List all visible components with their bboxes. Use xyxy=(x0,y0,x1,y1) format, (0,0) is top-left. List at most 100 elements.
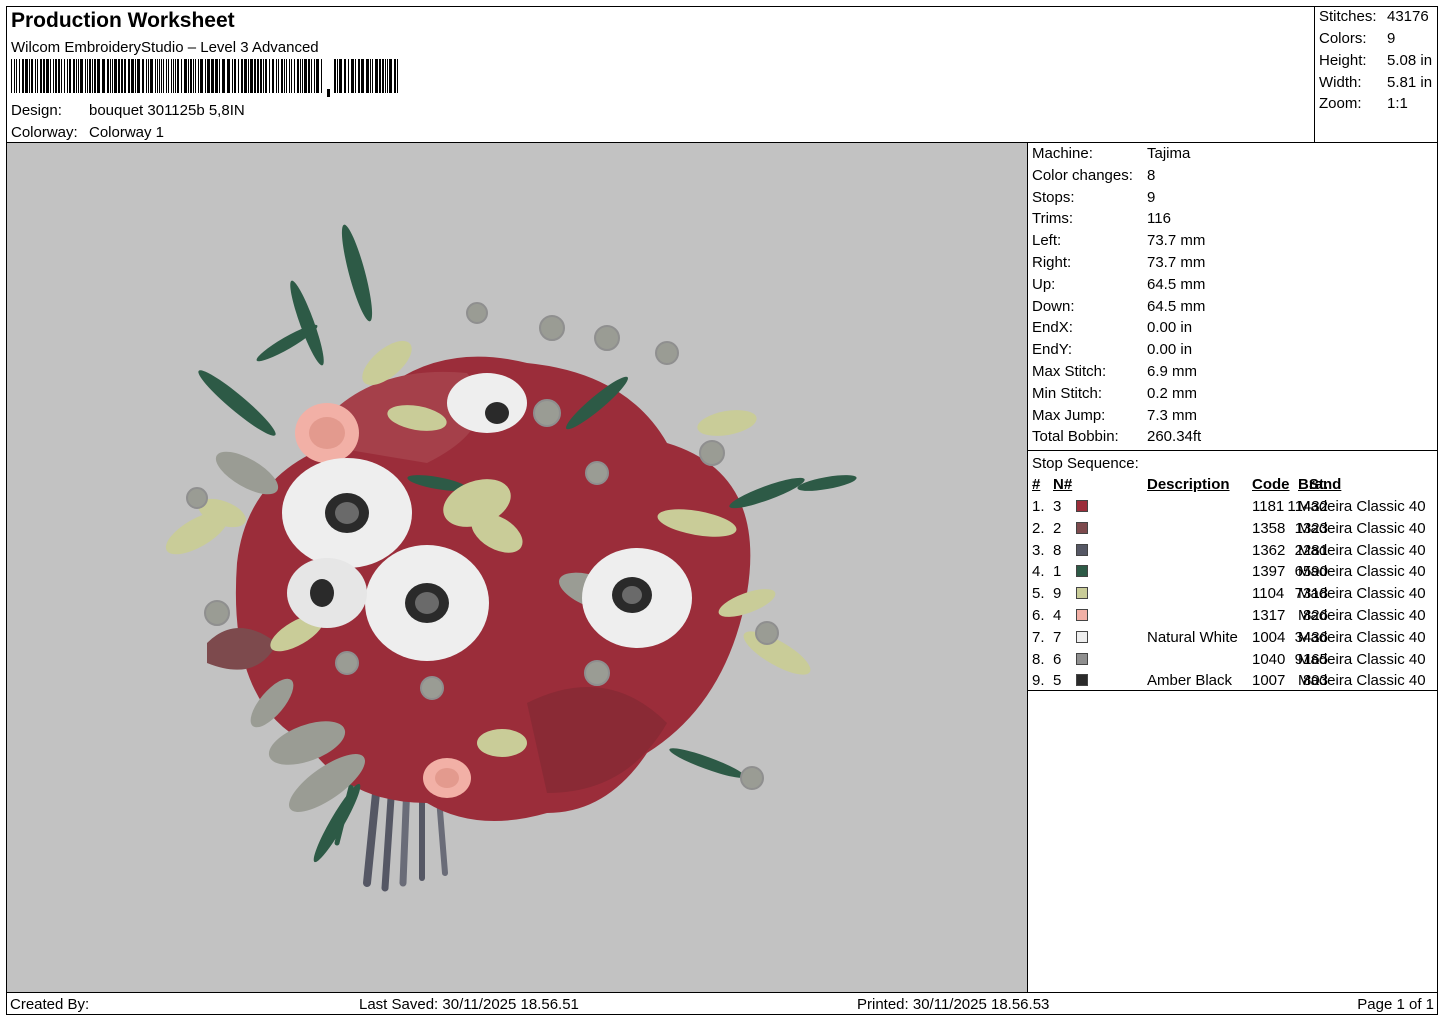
barcode-bar xyxy=(302,59,303,93)
stats-panel: Stitches: 43176 Colors: 9 Height: 5.08 in W… xyxy=(1314,7,1438,142)
barcode-bar xyxy=(289,59,290,93)
colorway-row: Colorway: Colorway 1 xyxy=(11,124,164,141)
stop-sequence-row[interactable]: 8. 6 9165 1040 Madeira Classic 40 xyxy=(1028,651,1438,671)
stat-value: 5.08 in xyxy=(1387,52,1433,69)
stop-sequence-row[interactable]: 2. 2 1323 1358 Madeira Classic 40 xyxy=(1028,520,1438,540)
cell-code: 1004 xyxy=(1252,628,1286,646)
barcode-bar xyxy=(248,59,249,93)
cell-code: 1007 xyxy=(1252,672,1286,690)
barcode-bar xyxy=(114,59,117,93)
barcode-bar xyxy=(344,59,346,93)
barcode-bar xyxy=(278,59,279,93)
barcode-bar xyxy=(339,59,342,93)
barcode-bar xyxy=(14,59,15,93)
design-preview[interactable] xyxy=(7,143,1028,992)
barcode-bar xyxy=(89,59,91,93)
info-label: EndX: xyxy=(1032,319,1073,337)
cell-code: 1317 xyxy=(1252,607,1286,624)
barcode-bar xyxy=(358,59,360,93)
barcode-bar xyxy=(193,59,194,93)
machine-info-row: Stops: 9 xyxy=(1032,189,1155,206)
barcode-bar xyxy=(92,59,93,93)
cell-description: Natural White xyxy=(1147,628,1238,646)
column-header-description[interactable]: Description xyxy=(1147,476,1230,493)
barcode-bar xyxy=(110,59,111,93)
barcode-bar xyxy=(281,59,283,93)
design-row: Design: bouquet 301125b 5,8IN xyxy=(11,102,245,119)
software-name: Wilcom EmbroideryStudio – Level 3 Advanc… xyxy=(11,39,319,56)
machine-info-row: EndX: 0.00 in xyxy=(1032,319,1192,336)
column-header-num[interactable]: # xyxy=(1032,476,1040,493)
barcode-bar xyxy=(19,59,20,93)
barcode-bar xyxy=(87,59,88,93)
barcode-bar xyxy=(387,59,388,93)
cell-n: 7 xyxy=(1053,628,1062,646)
barcode-bar xyxy=(269,59,270,93)
column-header-n[interactable]: N# xyxy=(1053,476,1072,493)
barcode-bar xyxy=(173,59,174,93)
page-title: Production Worksheet xyxy=(11,9,235,32)
cell-brand: Madeira Classic 40 xyxy=(1298,607,1426,624)
barcode-bar xyxy=(334,59,336,93)
barcode-bar xyxy=(29,59,30,93)
barcode-bar xyxy=(85,59,86,93)
stat-width: Width: 5.81 in xyxy=(1319,74,1432,91)
machine-info-row: Left: 73.7 mm xyxy=(1032,232,1205,249)
stop-sequence-row[interactable]: 5. 9 7318 1104 Madeira Classic 40 xyxy=(1028,585,1438,605)
stop-sequence-row[interactable]: 3. 8 2281 1362 Madeira Classic 40 xyxy=(1028,542,1438,562)
barcode-bar xyxy=(265,59,267,93)
barcode-bar xyxy=(161,59,162,93)
cell-brand: Madeira Classic 40 xyxy=(1298,541,1426,559)
info-panel: Machine: Tajima Color changes: 8 Stops: 9 Trim… xyxy=(1028,143,1438,992)
barcode-bar xyxy=(146,59,147,93)
barcode-bar xyxy=(168,59,169,93)
cell-description: Amber Black xyxy=(1147,672,1233,690)
barcode-bar xyxy=(46,59,49,93)
cell-brand: Madeira Classic 40 xyxy=(1298,672,1426,690)
barcode-bar xyxy=(190,59,192,93)
cell-num: 9. xyxy=(1032,672,1045,690)
barcode-bar xyxy=(31,59,33,93)
cell-n: 5 xyxy=(1053,672,1062,690)
cell-code: 1181 xyxy=(1252,498,1285,515)
barcode-bar xyxy=(40,59,42,93)
info-label: Up: xyxy=(1032,275,1056,293)
stop-sequence-row[interactable]: 7. 7 3436 Natural White 1004 Madeira Classic … xyxy=(1028,629,1438,649)
stat-colors: Colors: 9 xyxy=(1319,30,1395,47)
cell-n: 8 xyxy=(1053,541,1062,559)
barcode-bar xyxy=(370,59,371,93)
stop-sequence-row[interactable]: 6. 4 826 1317 Madeira Classic 40 xyxy=(1028,607,1438,627)
barcode-bar xyxy=(118,59,120,93)
info-label: Min Stitch: xyxy=(1032,384,1103,402)
cell-code: 1104 xyxy=(1252,585,1285,603)
column-header-brand[interactable]: Brand xyxy=(1298,476,1341,493)
barcode-bar xyxy=(351,59,354,93)
barcode-bar xyxy=(207,59,210,93)
cell-brand: Madeira Classic 40 xyxy=(1298,563,1426,581)
info-label: EndY: xyxy=(1032,341,1073,359)
barcode-bar xyxy=(385,59,386,93)
column-header-code[interactable]: Code xyxy=(1252,476,1290,493)
color-swatch xyxy=(1076,587,1088,600)
info-value: 7.3 mm xyxy=(1147,406,1198,424)
worksheet-header: Production Worksheet Wilcom EmbroiderySt… xyxy=(7,7,1314,142)
barcode-bar xyxy=(163,59,164,93)
cell-brand: Madeira Classic 40 xyxy=(1298,650,1426,668)
barcode-bar xyxy=(67,59,68,93)
barcode-bar xyxy=(227,59,230,93)
barcode-bar xyxy=(308,59,310,93)
cell-brand: Madeira Classic 40 xyxy=(1298,628,1426,646)
barcode-bar xyxy=(304,59,307,93)
info-value: 0.00 in xyxy=(1147,341,1193,359)
machine-info-row: EndY: 0.00 in xyxy=(1032,341,1192,358)
barcode-bar xyxy=(327,89,330,97)
barcode-bar xyxy=(321,59,322,93)
stat-height: Height: 5.08 in xyxy=(1319,52,1432,69)
barcode-bar xyxy=(94,59,96,93)
barcode-bar xyxy=(55,59,57,93)
barcode-bar xyxy=(394,59,396,93)
color-swatch xyxy=(1076,652,1088,665)
stop-sequence-row[interactable]: 1. 3 11432 1181 Madeira Classic 40 xyxy=(1028,498,1438,518)
stop-sequence-row[interactable]: 4. 1 6590 1397 Madeira Classic 40 xyxy=(1028,563,1438,583)
cell-n: 4 xyxy=(1053,607,1062,624)
